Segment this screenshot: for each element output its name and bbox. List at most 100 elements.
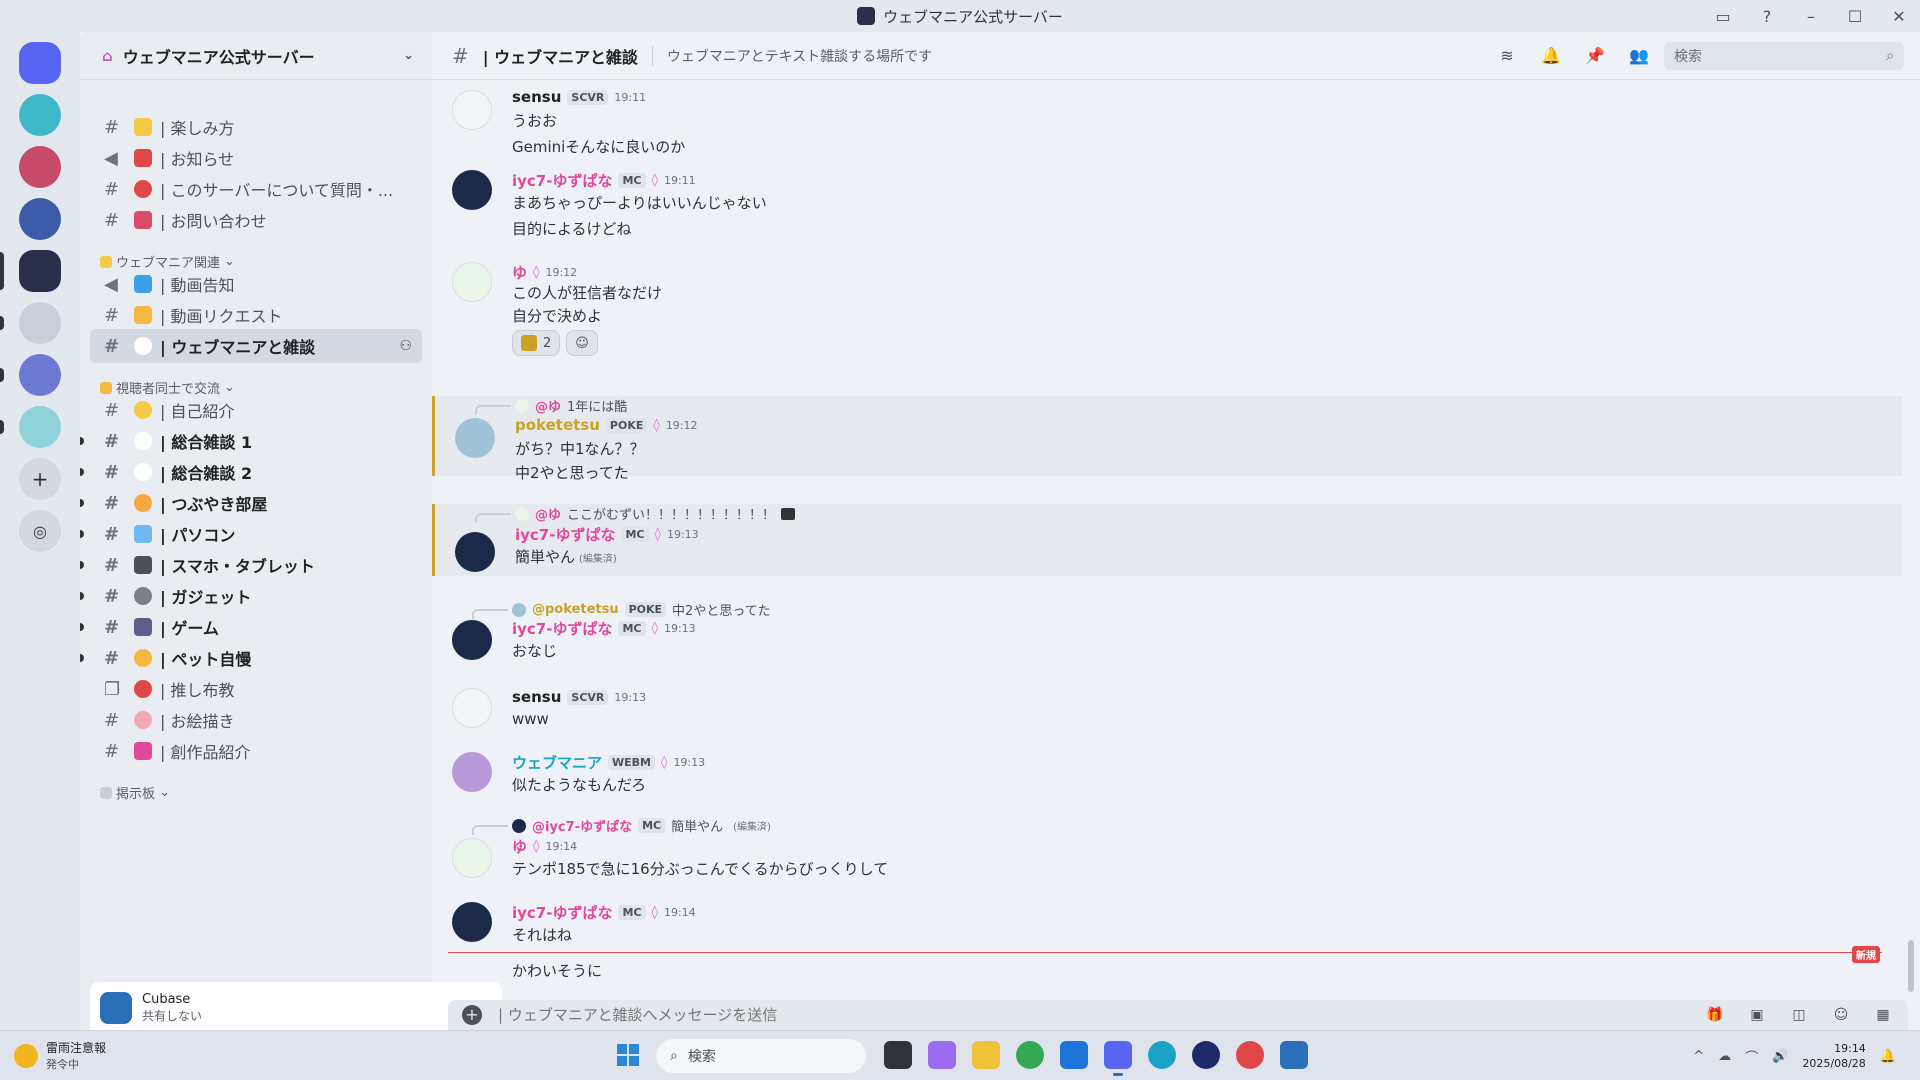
threads-icon[interactable]: ≋ <box>1496 44 1518 66</box>
message-input[interactable] <box>498 1006 1398 1024</box>
username[interactable]: ゆ <box>512 836 527 857</box>
channel-item-active[interactable]: # | ウェブマニアと雑談 ⚇ <box>90 329 422 363</box>
reply-text[interactable]: ここがむずい！！！！！！！！！！ <box>567 504 775 523</box>
avatar[interactable] <box>452 752 492 792</box>
chevron-up-icon[interactable]: ^ <box>1693 1049 1704 1064</box>
username[interactable]: sensu <box>512 688 561 706</box>
avatar[interactable] <box>452 262 492 302</box>
server-icon-7[interactable] <box>0 406 61 448</box>
avatar[interactable] <box>452 620 492 660</box>
channel-item[interactable]: # | つぶやき部屋 <box>80 486 422 520</box>
scrollbar[interactable] <box>1908 940 1914 992</box>
username[interactable]: sensu <box>512 88 561 106</box>
discord-taskbar-icon[interactable] <box>1104 1041 1132 1076</box>
channel-item[interactable]: # | 自己紹介 <box>90 393 422 427</box>
channel-item[interactable]: # | お問い合わせ <box>90 203 422 237</box>
channel-item[interactable]: ❐ | 推し布教 <box>90 672 422 706</box>
server-icon-2[interactable] <box>19 146 61 188</box>
edge-icon[interactable] <box>1148 1041 1176 1069</box>
discord-home-icon[interactable] <box>19 42 61 84</box>
avatar[interactable] <box>452 902 492 942</box>
notification-bell-icon[interactable]: 🔔 <box>1880 1049 1896 1064</box>
add-reaction-button[interactable]: ☺ <box>566 330 598 356</box>
avatar[interactable] <box>452 90 492 130</box>
channel-item[interactable]: # | 動画リクエスト <box>90 298 422 332</box>
wifi-icon[interactable]: ⌒ <box>1745 1047 1758 1066</box>
inbox-icon[interactable]: ▭ <box>1712 5 1734 27</box>
maximize-button[interactable]: ☐ <box>1844 5 1866 27</box>
apps-icon[interactable]: ▦ <box>1872 1004 1894 1026</box>
chrome-profile-icon[interactable] <box>1236 1041 1264 1069</box>
copilot-icon[interactable] <box>928 1041 956 1069</box>
add-server-icon[interactable]: + <box>19 458 61 500</box>
reply-text[interactable]: 1年には酷 <box>567 396 627 415</box>
close-button[interactable]: ✕ <box>1888 5 1910 27</box>
username[interactable]: iyc7-ゆずぱな <box>515 524 615 545</box>
username[interactable]: iyc7-ゆずぱな <box>512 618 612 639</box>
server-icon-5[interactable] <box>0 302 61 344</box>
clock[interactable]: 19:14 2025/08/28 <box>1802 1041 1865 1071</box>
app-icon-s[interactable] <box>1192 1041 1220 1069</box>
channel-item[interactable]: # | スマホ・タブレット <box>80 548 422 582</box>
taskview-icon[interactable] <box>884 1041 912 1069</box>
channel-item[interactable]: # | ゲーム <box>80 610 422 644</box>
channel-item[interactable]: ◀ | 動画告知 <box>90 267 422 301</box>
members-icon[interactable]: 👥 <box>1628 44 1650 66</box>
volume-icon[interactable]: 🔊 <box>1772 1049 1788 1064</box>
reply-username[interactable]: @ゆ <box>535 396 561 415</box>
server-icon-webmania[interactable] <box>0 250 61 292</box>
reply-text[interactable]: 中2やと思ってた <box>672 600 771 619</box>
discover-icon[interactable]: ◎ <box>19 510 61 552</box>
avatar[interactable] <box>452 170 492 210</box>
channel-item[interactable]: # | 総合雑談 2 <box>80 455 422 489</box>
channel-topic[interactable]: ウェブマニアとテキスト雑談する場所です <box>667 46 932 66</box>
gift-icon[interactable]: 🎁 <box>1704 1004 1726 1026</box>
channel-item[interactable]: # | 総合雑談 1 <box>80 424 422 458</box>
weather-widget[interactable]: 雷雨注意報 発令中 <box>14 1039 106 1072</box>
channel-item[interactable]: # | 楽しみ方 <box>90 110 422 144</box>
username[interactable]: ウェブマニア <box>512 752 602 773</box>
channel-item[interactable]: # | 創作品紹介 <box>90 734 422 768</box>
sticker-icon[interactable]: ◫ <box>1788 1004 1810 1026</box>
cubase-taskbar-icon[interactable] <box>1280 1041 1308 1069</box>
avatar[interactable] <box>452 838 492 878</box>
file-explorer-icon[interactable] <box>972 1041 1000 1069</box>
channel-item[interactable]: ◀ | お知らせ <box>90 141 422 175</box>
avatar[interactable] <box>452 688 492 728</box>
onedrive-icon[interactable]: ☁ <box>1718 1049 1731 1064</box>
reply-username[interactable]: @poketetsu <box>532 602 619 617</box>
invite-icon[interactable]: ⚇ <box>399 338 412 354</box>
username[interactable]: ゆ <box>512 262 527 283</box>
server-icon-1[interactable] <box>19 94 61 136</box>
channel-item[interactable]: # | ガジェット <box>80 579 422 613</box>
windows-start-icon[interactable] <box>616 1043 640 1067</box>
avatar[interactable] <box>455 418 495 458</box>
minimize-button[interactable]: – <box>1800 5 1822 27</box>
channel-item[interactable]: # | ペット自慢 <box>80 641 422 675</box>
emoji-icon[interactable]: ☺ <box>1830 1004 1852 1026</box>
reply-username[interactable]: @ゆ <box>535 504 561 523</box>
reply-username[interactable]: @iyc7-ゆずぱな <box>532 816 632 835</box>
username[interactable]: iyc7-ゆずぱな <box>512 902 612 923</box>
pin-icon[interactable]: 📌 <box>1584 44 1606 66</box>
category-board[interactable]: 掲示板 ⌄ <box>100 783 170 802</box>
bell-icon[interactable]: 🔔 <box>1540 44 1562 66</box>
server-header[interactable]: ⌂ ウェブマニア公式サーバー ⌄ <box>80 32 432 80</box>
taskbar-search[interactable]: ⌕ 検索 <box>656 1039 866 1073</box>
username[interactable]: poketetsu <box>515 416 600 434</box>
search-input[interactable]: 検索 ⌕ <box>1664 42 1904 70</box>
mail-icon[interactable] <box>1060 1041 1088 1069</box>
server-icon-6[interactable] <box>0 354 61 396</box>
username[interactable]: iyc7-ゆずぱな <box>512 170 612 191</box>
chrome-icon[interactable] <box>1016 1041 1044 1069</box>
avatar[interactable] <box>455 532 495 572</box>
channel-item[interactable]: # | このサーバーについて質問・... <box>90 172 422 206</box>
channel-item[interactable]: # | お絵描き <box>90 703 422 737</box>
reaction-chip[interactable]: 2 <box>512 330 561 356</box>
add-attachment-button[interactable]: + <box>462 1005 482 1025</box>
help-icon[interactable]: ? <box>1756 5 1778 27</box>
server-icon-3[interactable] <box>19 198 61 240</box>
channel-item[interactable]: # | パソコン <box>80 517 422 551</box>
gif-icon[interactable]: ▣ <box>1746 1004 1768 1026</box>
reply-text[interactable]: 簡単やん <box>671 816 723 835</box>
